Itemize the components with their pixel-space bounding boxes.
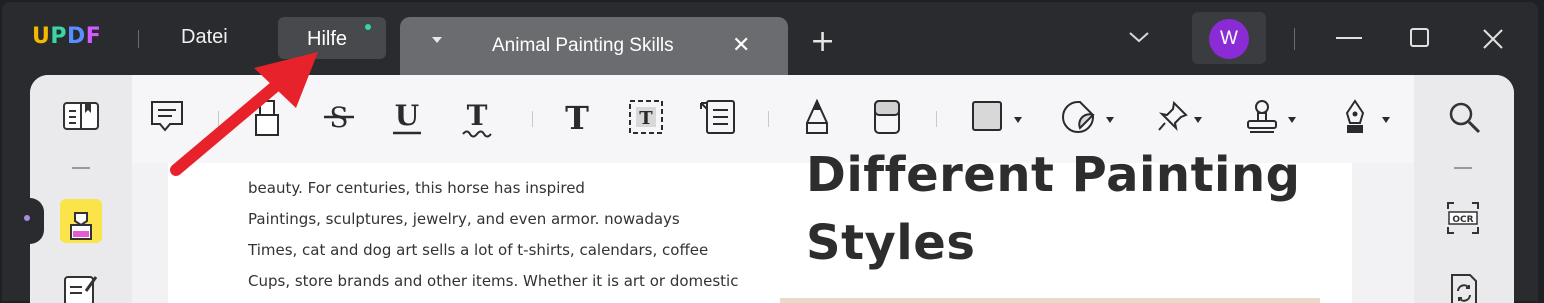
stamp-icon[interactable]	[1244, 99, 1280, 135]
paragraph-line: Times, cat and dog art sells a lot of t-…	[248, 241, 709, 259]
toolbar-separator	[532, 111, 533, 127]
reader-icon[interactable]	[63, 99, 99, 133]
ocr-label: OCR	[1452, 215, 1473, 225]
new-tab-button[interactable]: +	[810, 27, 835, 57]
tab-close-button[interactable]: ✕	[732, 33, 750, 58]
text-icon[interactable]: T	[560, 99, 594, 135]
main-panel: S U T T T beauty. For centuries, this ho…	[30, 75, 1514, 303]
section-heading: Styles	[806, 215, 976, 271]
eraser-icon[interactable]	[872, 99, 902, 137]
menu-separator	[138, 30, 139, 48]
sidebar-divider	[1454, 167, 1472, 169]
text-box-icon[interactable]: T	[628, 99, 664, 135]
svg-text:U: U	[395, 99, 419, 132]
document-page[interactable]: beauty. For centuries, this horse has in…	[168, 147, 1352, 303]
tab-dropdown-icon[interactable]	[432, 37, 442, 43]
document-tab[interactable]: Animal Painting Skills ✕	[400, 17, 788, 77]
sticker-dropdown-icon[interactable]	[1106, 117, 1114, 123]
squiggly-icon[interactable]: T	[460, 99, 494, 139]
search-icon[interactable]	[1448, 101, 1482, 135]
section-heading: Different Painting	[806, 147, 1301, 203]
sidebar-indicator-dot	[24, 215, 30, 221]
logo-letter: U	[32, 24, 51, 49]
tab-title: Animal Painting Skills	[492, 35, 674, 56]
logo-letter: D	[67, 24, 86, 49]
text-callout-icon[interactable]	[698, 99, 736, 135]
annotate-icon[interactable]	[60, 199, 102, 243]
toolbar-separator	[936, 111, 937, 127]
paragraph-line: Cups, store brands and other items. Whet…	[248, 272, 739, 290]
ocr-icon[interactable]: OCR	[1446, 201, 1480, 235]
svg-text:T: T	[467, 99, 488, 132]
svg-text:T: T	[639, 108, 653, 129]
sidebar-collapse-handle[interactable]	[30, 198, 44, 244]
convert-icon[interactable]	[1448, 273, 1480, 303]
underline-icon[interactable]: U	[390, 99, 424, 137]
toolbar-separator	[218, 111, 219, 127]
title-separator	[1294, 28, 1295, 50]
menu-help[interactable]: Hilfe	[278, 17, 386, 59]
pencil-icon[interactable]	[802, 99, 832, 137]
right-sidebar: OCR	[1414, 75, 1514, 303]
signature-dropdown-icon[interactable]	[1382, 117, 1390, 123]
menu-help-label: Hilfe	[307, 28, 348, 50]
shape-dropdown-icon[interactable]	[1014, 117, 1022, 123]
comment-icon[interactable]	[150, 99, 184, 135]
signature-icon[interactable]	[1338, 99, 1372, 137]
minimize-icon[interactable]	[1336, 36, 1362, 40]
paragraph-line: beauty. For centuries, this horse has in…	[248, 179, 585, 197]
notification-dot	[365, 24, 371, 30]
updf-logo: UPDF	[32, 24, 101, 49]
paragraph-line: Paintings, sculptures, jewelry, and even…	[248, 210, 680, 228]
stamp-dropdown-icon[interactable]	[1288, 117, 1296, 123]
maximize-icon[interactable]	[1410, 28, 1430, 48]
strikethrough-icon[interactable]: S	[322, 99, 356, 135]
tabs-list-chevron-icon[interactable]	[1128, 30, 1150, 44]
sticker-icon[interactable]	[1060, 99, 1096, 135]
toolbar-separator	[768, 111, 769, 127]
left-sidebar	[30, 75, 132, 303]
pin-dropdown-icon[interactable]	[1194, 117, 1202, 123]
close-window-icon[interactable]	[1482, 28, 1504, 50]
shape-icon[interactable]	[970, 99, 1004, 133]
logo-letter: P	[50, 24, 67, 49]
logo-letter: F	[85, 24, 102, 49]
menu-file[interactable]: Datei	[181, 26, 228, 49]
pin-icon[interactable]	[1156, 99, 1190, 135]
account-button[interactable]: W	[1192, 12, 1266, 64]
highlighter-icon[interactable]	[252, 99, 282, 139]
sidebar-divider	[72, 167, 90, 169]
svg-text:T: T	[565, 99, 589, 135]
app-window: UPDF Datei Hilfe Animal Painting Skills …	[2, 2, 1538, 303]
avatar: W	[1209, 19, 1249, 59]
edit-icon[interactable]	[64, 271, 100, 303]
